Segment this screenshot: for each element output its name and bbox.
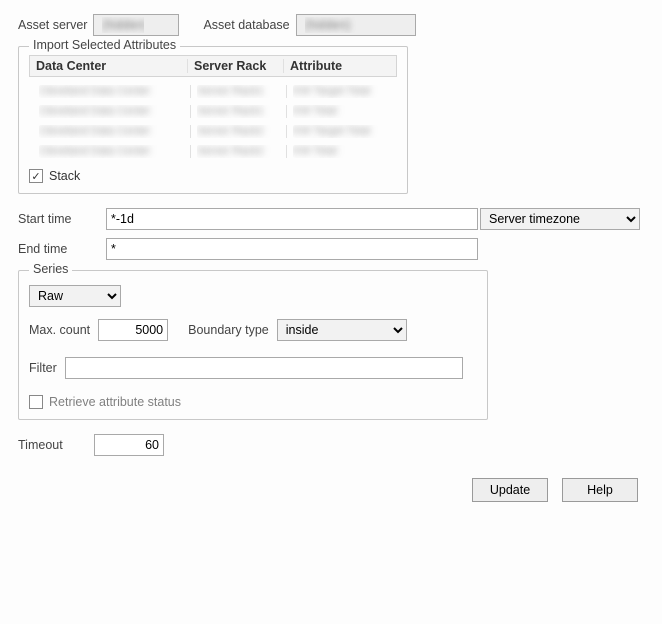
import-rows: Cleveland Data CenterServer Rack1KW Targ…: [29, 77, 397, 165]
max-count-label: Max. count: [29, 323, 90, 337]
import-column-headers: Data Center Server Rack Attribute: [29, 55, 397, 77]
series-legend: Series: [29, 262, 72, 276]
table-row[interactable]: Cleveland Data CenterServer Rack2KW Targ…: [33, 121, 393, 141]
end-time-input[interactable]: [106, 238, 478, 260]
import-legend: Import Selected Attributes: [29, 38, 180, 52]
stack-checkbox[interactable]: ✓: [29, 169, 43, 183]
start-time-label: Start time: [18, 212, 100, 226]
filter-input[interactable]: [65, 357, 463, 379]
filter-label: Filter: [29, 361, 57, 375]
boundary-type-select[interactable]: inside: [277, 319, 407, 341]
help-button[interactable]: Help: [562, 478, 638, 502]
end-time-label: End time: [18, 242, 100, 256]
import-fieldset: Import Selected Attributes Data Center S…: [18, 46, 408, 194]
col-header-server-rack: Server Rack: [188, 59, 284, 73]
series-mode-select[interactable]: Raw: [29, 285, 121, 307]
timeout-input[interactable]: [94, 434, 164, 456]
col-header-attribute: Attribute: [284, 59, 396, 73]
retrieve-status-label: Retrieve attribute status: [49, 395, 181, 409]
update-button[interactable]: Update: [472, 478, 548, 502]
table-row[interactable]: Cleveland Data CenterServer Rack2KW Tota…: [33, 141, 393, 161]
timeout-label: Timeout: [18, 438, 88, 452]
asset-server-select[interactable]: (hidden): [93, 14, 179, 36]
timezone-select[interactable]: Server timezone: [480, 208, 640, 230]
stack-label: Stack: [49, 169, 80, 183]
series-fieldset: Series Raw Max. count Boundary type insi…: [18, 270, 488, 420]
start-time-input[interactable]: [106, 208, 478, 230]
retrieve-status-checkbox[interactable]: [29, 395, 43, 409]
max-count-input[interactable]: [98, 319, 168, 341]
asset-server-label: Asset server: [18, 18, 87, 32]
col-header-data-center: Data Center: [30, 59, 188, 73]
table-row[interactable]: Cleveland Data CenterServer Rack1KW Targ…: [33, 81, 393, 101]
boundary-type-label: Boundary type: [188, 323, 269, 337]
asset-database-label: Asset database: [203, 18, 289, 32]
table-row[interactable]: Cleveland Data CenterServer Rack1KW Tota…: [33, 101, 393, 121]
asset-database-select[interactable]: (hidden): [296, 14, 416, 36]
